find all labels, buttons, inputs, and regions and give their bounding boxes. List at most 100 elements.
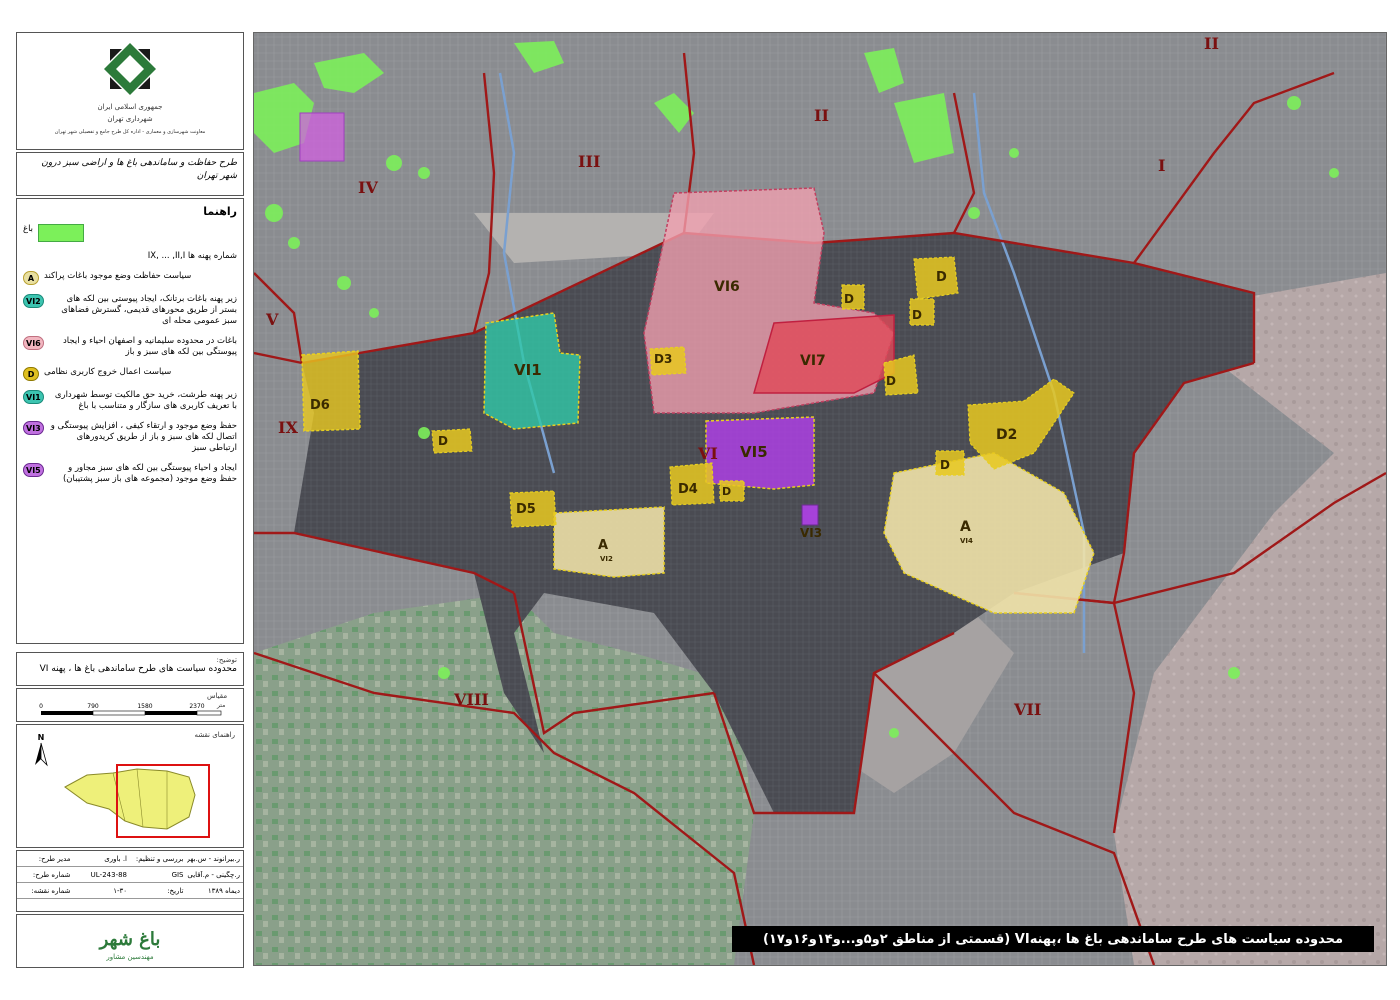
map-caption: محدوده سیاست های طرح ساماندهی باغ ها ،په… bbox=[732, 926, 1374, 952]
zone-label: II bbox=[1204, 34, 1219, 53]
legend-garden-label: باغ bbox=[23, 224, 34, 234]
scale-box: مقیاس متر 0 790 1580 2370 bbox=[16, 688, 244, 722]
north-label: N bbox=[38, 733, 45, 742]
legend-item: VI1 زیر پهنه طرشت، خرید حق مالکیت توسط شه… bbox=[23, 390, 237, 412]
key-map-title: راهنمای نقشه bbox=[195, 731, 236, 739]
scale-title: مقیاس bbox=[207, 692, 227, 700]
tehran-outline-shape bbox=[64, 768, 196, 830]
sub-zone-label: D bbox=[912, 308, 922, 322]
legend-item: VI5 ایجاد و احیاء پیوستگی بین لکه های سبز… bbox=[23, 463, 237, 485]
sub-zone-label: D5 bbox=[516, 502, 536, 517]
sub-zone-label: D4 bbox=[678, 482, 698, 497]
legend-item-badge: VI1 bbox=[23, 390, 44, 404]
sub-zone-label: D6 bbox=[310, 398, 330, 413]
garden-swatch bbox=[38, 224, 85, 242]
zone-A-west-polygon[interactable] bbox=[553, 506, 665, 578]
logo-line-3: معاونت شهرسازی و معماری - اداره کل طرح ج… bbox=[55, 129, 206, 135]
legend-item-badge: VI3 bbox=[23, 421, 44, 435]
sub-zone-label: VI3 bbox=[800, 526, 822, 540]
meta-cell-v: ا. باوری bbox=[104, 854, 127, 863]
legend-item-badge: VI2 bbox=[23, 294, 44, 308]
firm-sub: مهندسین مشاور bbox=[105, 953, 153, 961]
logo-line-2: شهرداری تهران bbox=[107, 115, 152, 123]
tehran-municipality-logo: جمهوری اسلامی ایران شهرداری تهران معاونت… bbox=[55, 43, 206, 135]
legend-item: VI2 زیر پهنه باغات برتانک، ایجاد پیوستی ب… bbox=[23, 294, 237, 327]
meta-row: مدیر طرح: ا. باوری بررسی و تنظیم: ر.بیرانون… bbox=[17, 851, 243, 867]
meta-cell-v2: دیماه ۱۳۸۹ bbox=[207, 886, 240, 895]
legend-item-text: سیاست حفاظت وضع موجود باغات پراکند bbox=[44, 271, 192, 281]
firm-box: باغ شهر مهندسین مشاور bbox=[16, 914, 244, 968]
legend-item: D سیاست اعمال خروج کاربری نظامی bbox=[23, 367, 237, 381]
legend-zone-numbers-row: IX, ... ,II,I شماره پهنه ها bbox=[23, 251, 237, 262]
plan-title: طرح حفاظت و ساماندهی باغ ها و اراضی سبز … bbox=[16, 152, 244, 196]
sub-zone-label: VI7 bbox=[800, 353, 826, 369]
legend-zone-numbers-label: IX, ... ,II,I شماره پهنه ها bbox=[147, 251, 237, 261]
legend-item-text: باغات در محدوده سلیمانیه و اصفهان احیاء … bbox=[62, 336, 237, 357]
meta-cell-v2: ر.بیرانوند - س.بهرامی‌زاده bbox=[186, 854, 241, 863]
logo-box: جمهوری اسلامی ایران شهرداری تهران معاونت… bbox=[16, 32, 244, 150]
note-title: توضیح: bbox=[216, 656, 238, 664]
scale-bar: مقیاس متر 0 790 1580 2370 bbox=[39, 692, 227, 716]
scale-tick-1: 790 bbox=[87, 703, 99, 710]
legend-item-text: سیاست اعمال خروج کاربری نظامی bbox=[44, 367, 172, 377]
zone-VI3-polygon[interactable] bbox=[801, 504, 819, 526]
sub-zone-label: A bbox=[960, 519, 971, 535]
legend-heading: راهنما bbox=[203, 205, 237, 218]
north-arrow-icon: N bbox=[35, 733, 48, 767]
meta-cell-v: ۱-۳۰ bbox=[113, 886, 127, 895]
sub-zone-label: D bbox=[844, 292, 854, 306]
sub-zone-label: D bbox=[722, 485, 731, 498]
scale-tick-2: 1580 bbox=[137, 703, 152, 710]
zone-D6-polygon[interactable] bbox=[301, 350, 361, 432]
firm-logo: باغ شهر مهندسین مشاور bbox=[98, 929, 161, 961]
zone-label: I bbox=[1158, 156, 1165, 175]
zone-label: VI bbox=[697, 444, 718, 463]
sub-zone-label: VI4 bbox=[960, 537, 973, 545]
zone-label: V bbox=[265, 310, 279, 329]
key-map: راهنمای نقشه N bbox=[35, 731, 236, 838]
zone-label: VIII bbox=[453, 690, 489, 709]
legend-items: A سیاست حفاظت وضع موجود باغات پراکند VI2 زی… bbox=[23, 271, 237, 485]
meta-cell-k: مدیر طرح: bbox=[38, 854, 71, 863]
satellite-map[interactable]: I II II III IV V VI VII VIII IX VI1 VI6 VI7 VI5 VI3 D D… bbox=[253, 32, 1387, 966]
zone-label: III bbox=[578, 152, 600, 171]
sub-zone-label: D2 bbox=[996, 427, 1017, 443]
sub-zone-label: D bbox=[940, 458, 950, 472]
sub-zone-label: D bbox=[936, 270, 947, 285]
logo-line-1: جمهوری اسلامی ایران bbox=[98, 103, 163, 111]
meta-row: شماره نقشه: ۱-۳۰ تاریخ: دیماه ۱۳۸۹ bbox=[17, 883, 243, 899]
meta-cell-k2: تاریخ: bbox=[167, 886, 184, 895]
meta-cell-v2: ر.چگینی - م.آقایی bbox=[187, 870, 240, 879]
sub-zone-label: D3 bbox=[654, 352, 672, 366]
zone-label: VII bbox=[1013, 700, 1041, 719]
north-west-policy-block[interactable] bbox=[299, 112, 345, 162]
sub-zone-label: D bbox=[438, 434, 448, 448]
legend-item-badge: A bbox=[23, 271, 39, 285]
legend-item-text: حفظ وضع موجود و ارتقاء کیفی ، افزایش پیو… bbox=[50, 421, 237, 453]
legend-item-badge: VI6 bbox=[23, 336, 44, 350]
meta-cell-k2: GIS bbox=[171, 870, 184, 879]
meta-cell-k: شماره طرح: bbox=[32, 870, 71, 879]
meta-cell-k2: بررسی و تنظیم: bbox=[135, 854, 184, 863]
meta-box: مدیر طرح: ا. باوری بررسی و تنظیم: ر.بیرانون… bbox=[16, 850, 244, 912]
zone-label: II bbox=[814, 106, 829, 125]
sub-zone-label: VI5 bbox=[740, 443, 768, 461]
scale-tick-3: 2370 bbox=[189, 703, 204, 710]
sub-zone-label: VI2 bbox=[600, 555, 613, 563]
legend-item: A سیاست حفاظت وضع موجود باغات پراکند bbox=[23, 271, 237, 285]
scale-unit: متر bbox=[216, 702, 225, 709]
legend-item-badge: D bbox=[23, 367, 39, 381]
map-canvas[interactable]: IIIIIIIIIVVVIVIIVIIIIX VI1VI6VI7VI5VI3DD… bbox=[254, 33, 1386, 965]
meta-row: شماره طرح: 243-88-UL GIS ر.چگینی - م.آقایی bbox=[17, 867, 243, 883]
legend-garden-row: باغ bbox=[23, 224, 237, 242]
note-box: توضیح: محدوده سیاست های طرح ساماندهی باغ… bbox=[16, 652, 244, 686]
firm-name: باغ شهر bbox=[98, 929, 161, 950]
sub-zone-label: A bbox=[598, 538, 608, 553]
zone-label: IV bbox=[358, 178, 378, 197]
sub-zone-label: VI1 bbox=[514, 361, 542, 379]
sub-zone-label: VI6 bbox=[714, 279, 740, 295]
legend-item: VI6 باغات در محدوده سلیمانیه و اصفهان احی… bbox=[23, 336, 237, 358]
legend-item-text: زیر پهنه طرشت، خرید حق مالکیت توسط شهردا… bbox=[54, 390, 237, 411]
legend-item-badge: VI5 bbox=[23, 463, 44, 477]
key-map-box: راهنمای نقشه N bbox=[16, 724, 244, 848]
